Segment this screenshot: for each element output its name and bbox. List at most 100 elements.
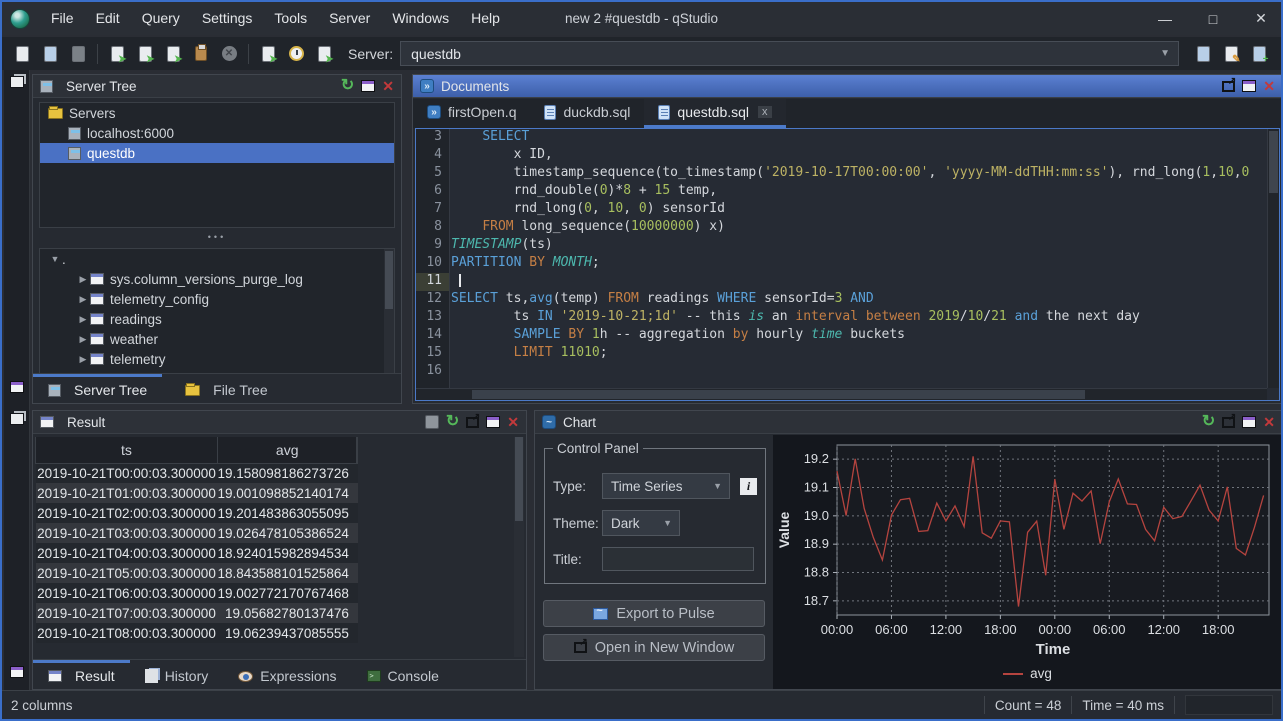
theme-select[interactable]: Dark ▼ <box>602 510 680 536</box>
tab-expressions[interactable]: Expressions <box>223 660 351 689</box>
restore-panels-icon[interactable] <box>10 76 24 88</box>
window-icon[interactable] <box>1242 416 1256 428</box>
popout-icon[interactable] <box>1222 417 1235 428</box>
tree-item-db-root[interactable]: ▼. <box>40 249 394 269</box>
result-table[interactable]: tsavg 2019-10-21T00:00:03.30000019.15809… <box>35 437 358 643</box>
tab-history[interactable]: History <box>130 660 224 689</box>
sql-editor[interactable]: 345678910111213141516 SELECT x ID, times… <box>415 128 1280 401</box>
window-icon[interactable] <box>361 80 375 92</box>
title-label: Title: <box>553 552 602 567</box>
refresh-icon[interactable]: ↻ <box>341 78 354 94</box>
refresh-icon[interactable]: ↻ <box>1202 414 1215 430</box>
run-script-button[interactable]: ➤ <box>311 41 337 67</box>
tree-item-table[interactable]: ▶weather <box>40 329 394 349</box>
close-icon[interactable]: ✕ <box>1263 414 1275 431</box>
refresh-timer-button[interactable] <box>283 41 309 67</box>
edit-server-button[interactable]: ✎ <box>1218 41 1244 67</box>
popout-icon[interactable] <box>466 417 479 428</box>
scrollbar[interactable] <box>384 249 394 375</box>
close-icon[interactable]: ✕ <box>382 78 394 95</box>
splitter-handle[interactable]: ••• <box>33 232 401 244</box>
server-label: Server: <box>348 46 393 62</box>
open-in-new-window-button[interactable]: Open in New Window <box>543 634 765 661</box>
server-combobox[interactable]: questdb ▼ <box>400 41 1179 66</box>
menu-help[interactable]: Help <box>460 2 511 35</box>
code-line: timestamp_sequence(to_timestamp('2019-10… <box>451 165 1267 183</box>
menu-tools[interactable]: Tools <box>263 2 318 35</box>
type-select-value: Time Series <box>611 479 683 494</box>
code-area[interactable]: SELECT x ID, timestamp_sequence(to_times… <box>451 129 1267 388</box>
type-label: Type: <box>553 479 602 494</box>
tree-item-table[interactable]: ▶telemetry <box>40 349 394 369</box>
chevron-collapsed-icon: ▶ <box>76 274 90 285</box>
run-file-button[interactable]: ➤ <box>160 41 186 67</box>
table-row[interactable]: 2019-10-21T02:00:03.30000019.20148386305… <box>36 503 358 523</box>
column-header-avg[interactable]: avg <box>218 437 357 463</box>
editor-horizontal-scrollbar[interactable] <box>416 388 1267 400</box>
copy-server-button[interactable] <box>1190 41 1216 67</box>
result-vertical-scrollbar[interactable] <box>514 437 524 657</box>
window-icon[interactable] <box>1242 80 1256 92</box>
chart-title-input[interactable] <box>602 547 754 571</box>
table-row[interactable]: 2019-10-21T03:00:03.30000019.02647810538… <box>36 523 358 543</box>
minimize-button[interactable]: — <box>1157 11 1173 27</box>
table-row[interactable]: 2019-10-21T07:00:03.30000019.05682780137… <box>36 603 358 623</box>
type-select[interactable]: Time Series ▼ <box>602 473 730 499</box>
tree-item-table[interactable]: ▶sys.column_versions_purge_log <box>40 269 394 289</box>
tab-duckdb.sql[interactable]: duckdb.sql <box>530 99 644 128</box>
tab-questdb.sql[interactable]: questdb.sqlx <box>644 99 785 128</box>
window-icon[interactable] <box>486 416 500 428</box>
tab-console[interactable]: >Console <box>352 660 454 689</box>
chevron-down-icon: ▼ <box>1160 48 1170 59</box>
column-header-ts[interactable]: ts <box>36 437 218 463</box>
tab-file-tree[interactable]: File Tree <box>162 374 282 403</box>
table-row[interactable]: 2019-10-21T01:00:03.30000019.00109885214… <box>36 483 358 503</box>
timeseries-chart[interactable]: 18.718.818.919.019.119.200:0006:0012:001… <box>773 435 1282 689</box>
run-query-icon: ➤ <box>111 46 124 62</box>
tree-item-questdb[interactable]: questdb <box>40 143 394 163</box>
maximize-button[interactable]: □ <box>1205 11 1221 27</box>
new-file-button[interactable] <box>9 41 35 67</box>
line-number: 11 <box>416 273 449 291</box>
close-tab-icon[interactable]: x <box>758 106 772 118</box>
menu-settings[interactable]: Settings <box>191 2 264 35</box>
info-icon[interactable]: i <box>740 478 757 495</box>
restore-panels-icon[interactable] <box>10 413 24 425</box>
close-button[interactable]: ✕ <box>1253 10 1269 27</box>
table-row[interactable]: 2019-10-21T04:00:03.30000018.92401598289… <box>36 543 358 563</box>
paste-button[interactable] <box>188 41 214 67</box>
menu-file[interactable]: File <box>40 2 85 35</box>
close-icon[interactable]: ✕ <box>1263 78 1275 95</box>
send-query-button[interactable]: ➤ <box>255 41 281 67</box>
add-server-button[interactable]: + <box>1246 41 1272 67</box>
tab-firstOpen.q[interactable]: »firstOpen.q <box>413 99 530 128</box>
close-icon[interactable]: ✕ <box>507 414 519 431</box>
tree-item-servers-root[interactable]: Servers <box>40 103 394 123</box>
window-icon[interactable] <box>10 381 24 393</box>
table-row[interactable]: 2019-10-21T06:00:03.30000019.00277217076… <box>36 583 358 603</box>
table-row[interactable]: 2019-10-21T05:00:03.30000018.84358810152… <box>36 563 358 583</box>
menu-windows[interactable]: Windows <box>381 2 460 35</box>
tab-result[interactable]: Result <box>33 660 130 689</box>
tab-server-tree[interactable]: Server Tree <box>33 374 162 403</box>
tree-item-table[interactable]: ▶readings <box>40 309 394 329</box>
export-to-pulse-button[interactable]: Export to Pulse <box>543 600 765 627</box>
tree-item-localhost:6000[interactable]: localhost:6000 <box>40 123 394 143</box>
open-file-button[interactable] <box>37 41 63 67</box>
run-query-button[interactable]: ➤ <box>104 41 130 67</box>
popout-icon[interactable] <box>1222 81 1235 92</box>
menu-query[interactable]: Query <box>131 2 191 35</box>
refresh-icon[interactable]: ↻ <box>446 414 459 430</box>
menu-server[interactable]: Server <box>318 2 381 35</box>
menu-edit[interactable]: Edit <box>85 2 131 35</box>
tree-item-table[interactable]: ▶telemetry_config <box>40 289 394 309</box>
cancel-query-button[interactable]: ✕ <box>216 41 242 67</box>
run-line-button[interactable]: ➤ <box>132 41 158 67</box>
editor-vertical-scrollbar[interactable] <box>1267 129 1279 388</box>
line-number: 5 <box>416 165 449 183</box>
window-icon[interactable] <box>10 666 24 678</box>
table-row[interactable]: 2019-10-21T00:00:03.30000019.15809818627… <box>36 463 358 483</box>
export-icon[interactable] <box>425 415 439 429</box>
table-row[interactable]: 2019-10-21T08:00:03.30000019.06239437085… <box>36 623 358 643</box>
save-button[interactable] <box>65 41 91 67</box>
